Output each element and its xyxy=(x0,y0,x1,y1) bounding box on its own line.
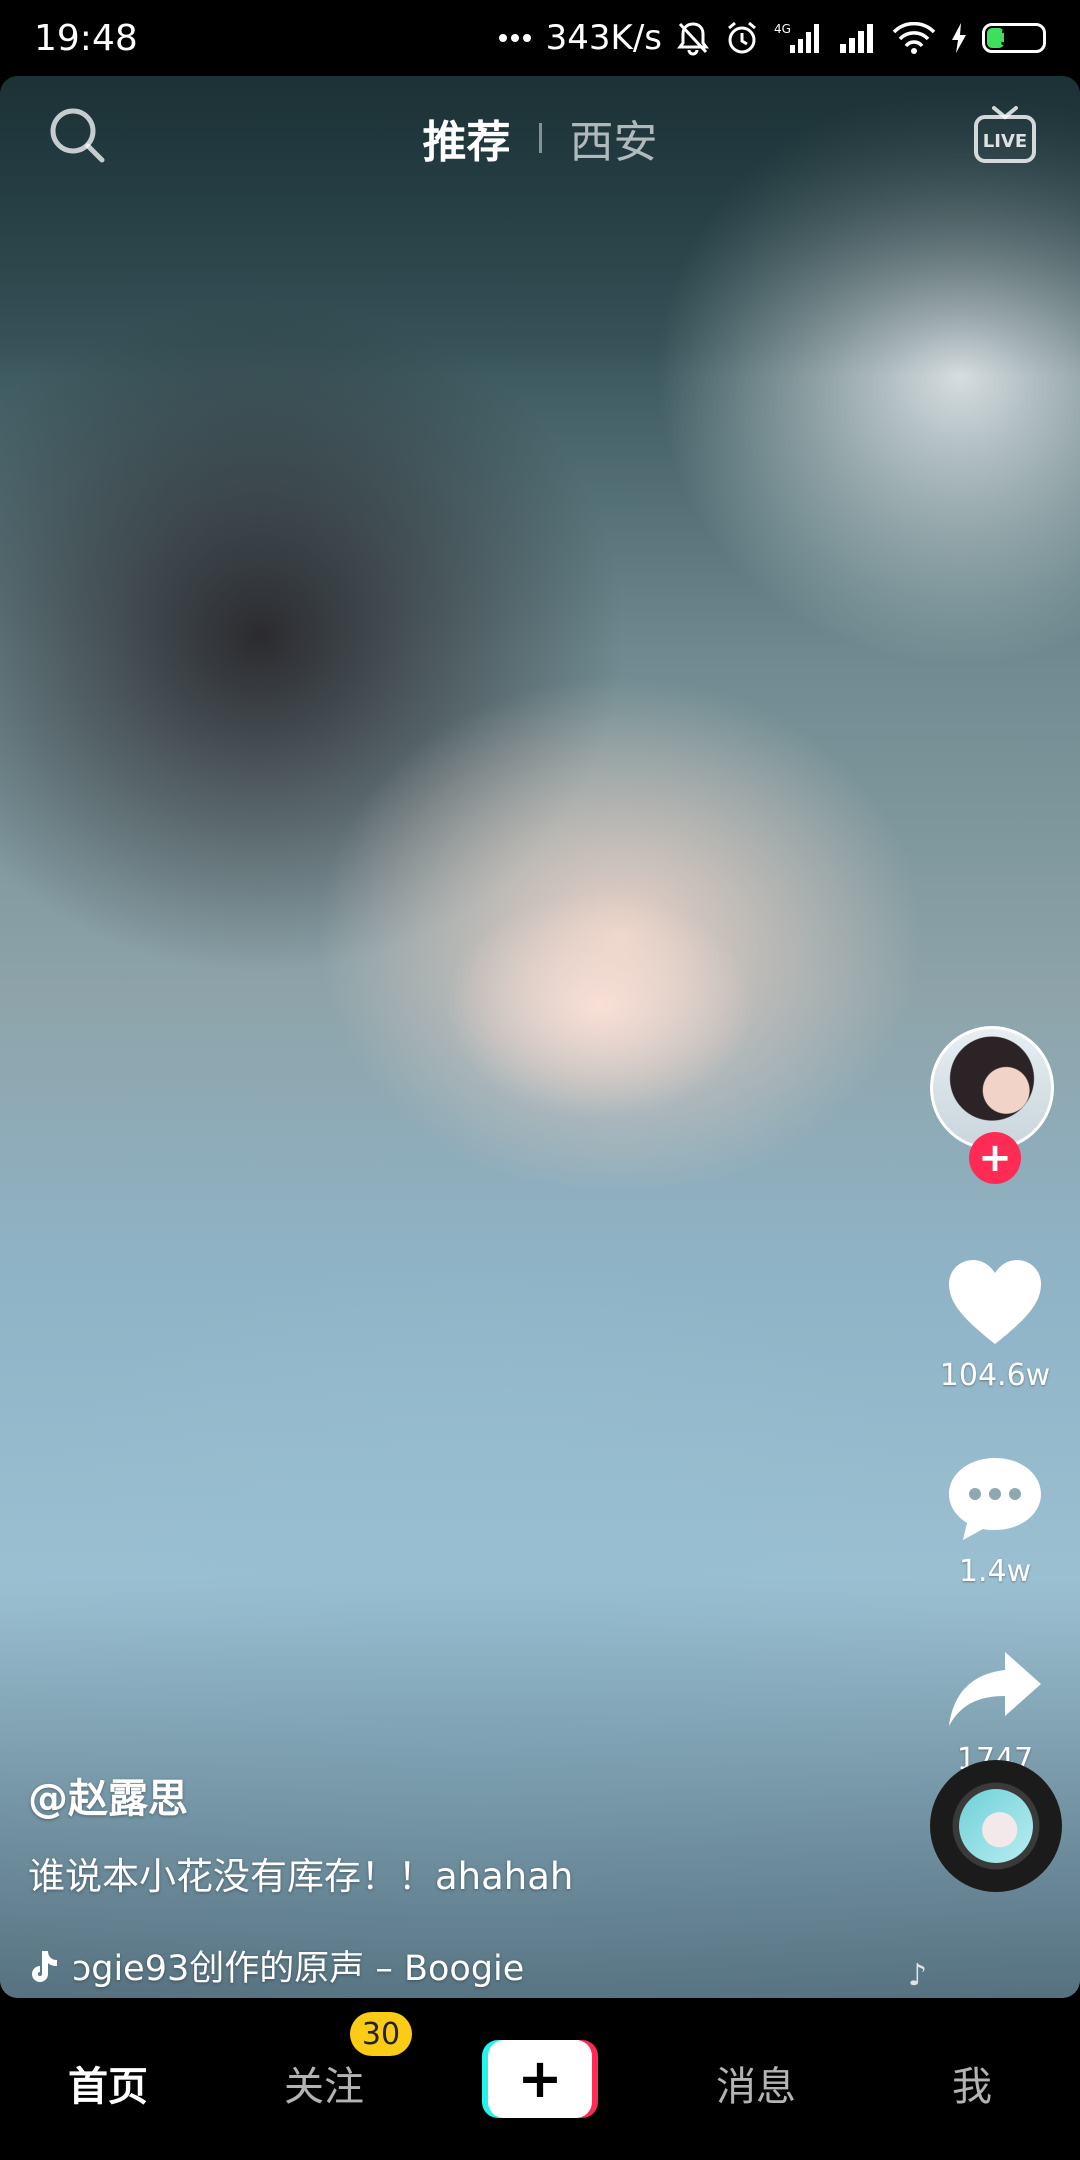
tab-recommend[interactable]: 推荐 xyxy=(395,106,539,170)
comment-icon xyxy=(949,1458,1041,1540)
battery-level: 30 xyxy=(1000,26,1028,50)
feed-tabs: 推荐 西安 xyxy=(0,106,1080,170)
charging-icon xyxy=(950,22,968,54)
create-button[interactable]: + xyxy=(482,2040,598,2118)
live-label: LIVE xyxy=(983,131,1027,152)
mute-bell-icon xyxy=(676,20,710,56)
heart-icon xyxy=(949,1260,1041,1344)
music-ticker[interactable]: ɔgie93创作的原声 – Boogie xyxy=(28,1940,548,1991)
music-title: ɔgie93创作的原声 – Boogie xyxy=(72,1949,525,1989)
status-icons: 343K/s 4G 30 xyxy=(498,18,1046,58)
network-type-label: 4G xyxy=(774,22,791,36)
music-disc-button[interactable] xyxy=(930,1760,1062,1892)
top-nav: 推荐 西安 LIVE xyxy=(0,76,1080,196)
comment-count: 1.4w xyxy=(958,1554,1032,1589)
dots-icon xyxy=(498,33,532,43)
video-description: 谁说本小花没有库存！！ahahah xyxy=(28,1855,574,1898)
status-bar: 19:48 343K/s 4G 30 xyxy=(0,0,1080,76)
nav-messages[interactable]: 消息 xyxy=(676,2054,836,2112)
author-name[interactable]: @赵露思 xyxy=(28,1766,888,1824)
following-badge: 30 xyxy=(350,2012,412,2056)
wifi-icon xyxy=(892,22,936,54)
network-speed: 343K/s xyxy=(545,18,662,58)
music-cover xyxy=(959,1789,1033,1863)
video-player[interactable]: 推荐 西安 LIVE + 104.6w 1.4w @赵露思 谁说本小花没有库存！… xyxy=(0,76,1080,1998)
nav-me[interactable]: 我 xyxy=(892,2054,1052,2112)
creator-avatar-group: + xyxy=(930,1026,1060,1184)
alarm-icon xyxy=(724,20,760,56)
tab-local[interactable]: 西安 xyxy=(542,106,686,170)
like-button[interactable]: 104.6w xyxy=(930,1258,1060,1393)
floating-note-icon: ♪ xyxy=(908,1958,928,1993)
like-count: 104.6w xyxy=(939,1358,1051,1393)
bottom-nav: 首页 关注 30 + 消息 我 xyxy=(0,1998,1080,2160)
video-caption: @赵露思 谁说本小花没有库存！！ahahah ɔgie93创作的原声 – Boo… xyxy=(28,1766,888,1991)
battery-icon: 30 xyxy=(982,23,1046,53)
share-button[interactable]: 1747 xyxy=(930,1646,1060,1777)
signal-4g-icon: 4G xyxy=(774,21,824,55)
signal-icon xyxy=(838,22,878,54)
music-note-icon xyxy=(28,1949,58,1983)
status-time: 19:48 xyxy=(34,17,138,59)
nav-following[interactable]: 关注 xyxy=(244,2054,404,2112)
comment-button[interactable]: 1.4w xyxy=(930,1454,1060,1589)
share-icon xyxy=(949,1652,1041,1726)
plus-icon: + xyxy=(488,2040,592,2118)
nav-home[interactable]: 首页 xyxy=(28,2054,188,2112)
live-icon[interactable]: LIVE xyxy=(972,102,1038,166)
follow-button[interactable]: + xyxy=(969,1132,1021,1184)
